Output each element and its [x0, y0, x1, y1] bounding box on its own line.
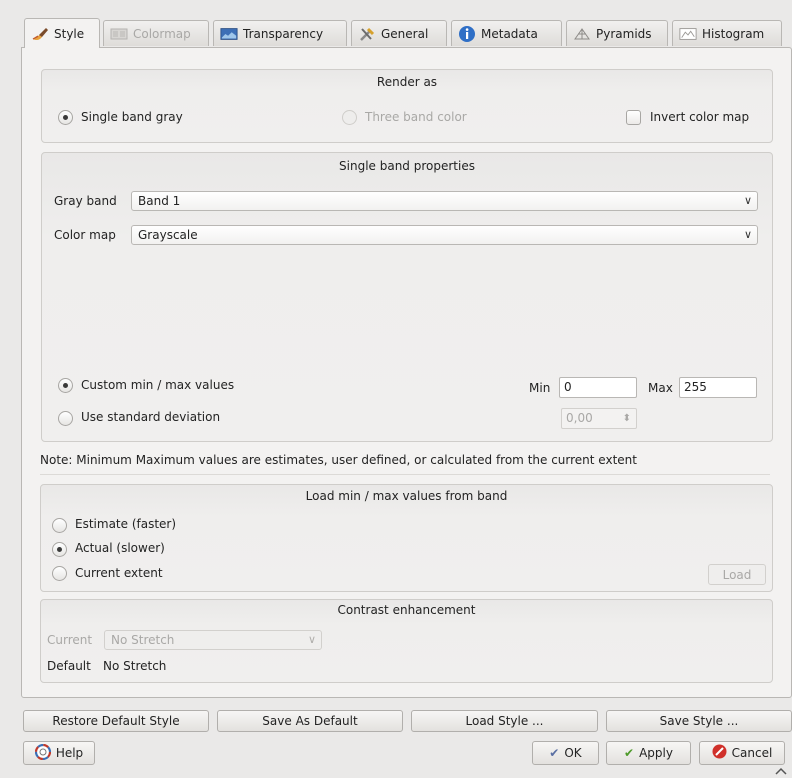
three-band-color-label: Three band color [365, 110, 467, 124]
min-input[interactable]: 0 [559, 377, 637, 398]
std-dev-value: 0,00 [566, 411, 593, 425]
current-extent-radio[interactable] [52, 566, 67, 581]
actual-label: Actual (slower) [75, 541, 165, 555]
tab-pyramids-label: Pyramids [596, 26, 652, 41]
tab-style-label: Style [54, 26, 85, 41]
tab-transparency[interactable]: Transparency [213, 20, 347, 46]
paint-brush-icon [31, 26, 49, 42]
std-dev-spinbox[interactable]: 0,00 ⬍ [561, 408, 637, 429]
tab-histogram[interactable]: Histogram [672, 20, 782, 46]
actual-radio[interactable] [52, 542, 67, 557]
contrast-default-value: No Stretch [103, 659, 167, 673]
estimate-label: Estimate (faster) [75, 517, 177, 531]
cancel-icon [712, 744, 727, 762]
current-extent-label: Current extent [75, 566, 163, 580]
chevron-down-icon: ∨ [307, 633, 316, 646]
chevron-down-icon: ∨ [743, 194, 752, 207]
minmax-note: Note: Minimum Maximum values are estimat… [40, 453, 637, 467]
single-band-gray-label: Single band gray [81, 110, 183, 124]
tab-colormap[interactable]: Colormap [103, 20, 209, 46]
contrast-current-value: No Stretch [111, 633, 175, 647]
tab-colormap-label: Colormap [133, 26, 191, 41]
std-dev-radio[interactable] [58, 411, 73, 426]
checkmark-icon: ✔ [624, 746, 635, 760]
tab-transparency-label: Transparency [243, 26, 324, 41]
resize-grip-icon[interactable] [774, 764, 788, 775]
load-button-label: Load [722, 567, 752, 582]
chevron-down-icon: ∨ [743, 228, 752, 241]
apply-label: Apply [639, 746, 673, 760]
load-button[interactable]: Load [708, 564, 766, 585]
save-style-label: Save Style ... [659, 714, 739, 728]
ok-label: OK [564, 746, 582, 760]
invert-color-map-label: Invert color map [650, 110, 750, 124]
load-style-label: Load Style ... [465, 714, 544, 728]
tab-metadata-label: Metadata [481, 26, 538, 41]
pyramid-icon [573, 26, 591, 42]
invert-color-map-checkbox[interactable] [626, 110, 641, 125]
save-style-button[interactable]: Save Style ... [606, 710, 792, 732]
color-map-value: Grayscale [138, 228, 198, 242]
contrast-enhancement-title: Contrast enhancement [337, 603, 476, 617]
contrast-default-label: Default [47, 659, 91, 673]
tab-pyramids[interactable]: Pyramids [566, 20, 668, 46]
std-dev-label: Use standard deviation [81, 410, 221, 424]
histogram-icon [679, 26, 697, 42]
custom-minmax-label: Custom min / max values [81, 378, 235, 392]
spin-arrows-icon: ⬍ [622, 413, 631, 424]
custom-minmax-radio[interactable] [58, 378, 73, 393]
help-icon [34, 743, 51, 763]
restore-default-style-label: Restore Default Style [52, 714, 180, 728]
render-as-title: Render as [376, 75, 438, 89]
single-band-gray-radio[interactable] [58, 110, 73, 125]
tab-general-label: General [381, 26, 429, 41]
transparency-icon [220, 26, 238, 42]
contrast-current-label: Current [47, 633, 93, 647]
color-map-label: Color map [54, 228, 116, 242]
save-as-default-button[interactable]: Save As Default [217, 710, 403, 732]
gray-band-value: Band 1 [138, 194, 181, 208]
divider [40, 474, 770, 475]
min-label: Min [529, 381, 551, 395]
color-map-select[interactable]: Grayscale ∨ [131, 225, 758, 245]
max-input[interactable]: 255 [679, 377, 757, 398]
load-style-button[interactable]: Load Style ... [411, 710, 598, 732]
tab-general[interactable]: General [351, 20, 447, 46]
checkmark-icon: ✔ [549, 746, 560, 760]
tab-metadata[interactable]: Metadata [451, 20, 562, 46]
single-band-properties-title: Single band properties [339, 159, 475, 173]
colormap-icon [110, 26, 128, 42]
three-band-color-radio[interactable] [342, 110, 357, 125]
gray-band-select[interactable]: Band 1 ∨ [131, 191, 758, 211]
tab-style[interactable]: Style [24, 18, 100, 48]
ok-button[interactable]: ✔ OK [532, 741, 599, 765]
estimate-radio[interactable] [52, 518, 67, 533]
cancel-label: Cancel [731, 746, 773, 760]
max-label: Max [648, 381, 673, 395]
info-icon [458, 25, 476, 42]
gray-band-label: Gray band [54, 194, 117, 208]
tools-icon [358, 26, 376, 42]
load-minmax-title: Load min / max values from band [305, 489, 508, 503]
help-label: Help [55, 746, 84, 760]
help-button[interactable]: Help [23, 741, 95, 765]
tab-histogram-label: Histogram [702, 26, 765, 41]
restore-default-style-button[interactable]: Restore Default Style [23, 710, 209, 732]
apply-button[interactable]: ✔ Apply [606, 741, 691, 765]
render-as-group: Render as [41, 69, 773, 143]
contrast-current-select[interactable]: No Stretch ∨ [104, 630, 322, 650]
save-as-default-label: Save As Default [262, 714, 358, 728]
cancel-button[interactable]: Cancel [699, 741, 785, 765]
